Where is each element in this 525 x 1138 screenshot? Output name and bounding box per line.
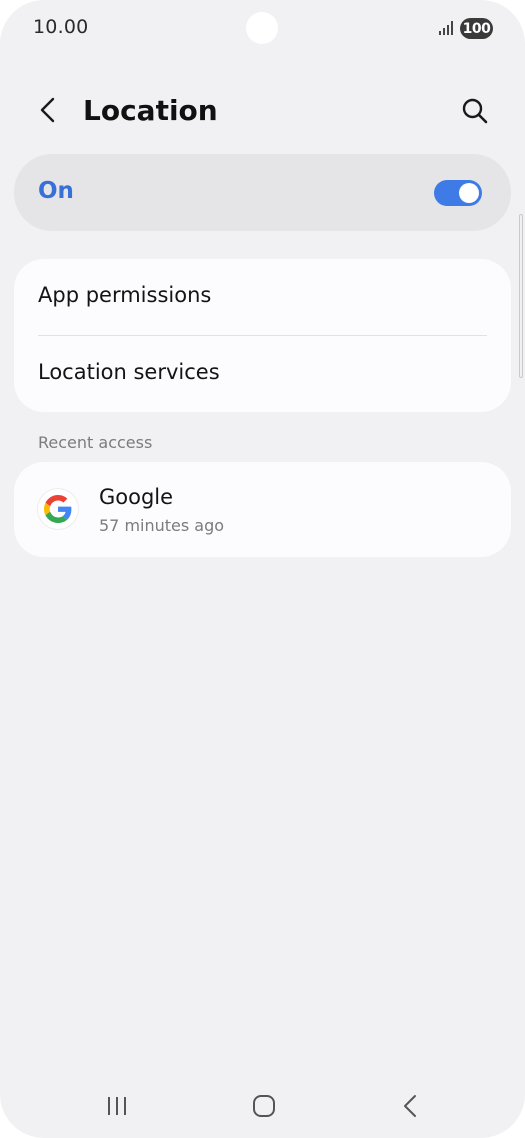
- recents-button[interactable]: [99, 1088, 135, 1124]
- master-switch-label: On: [38, 178, 74, 204]
- toggle-knob: [459, 183, 479, 203]
- status-time: 10.00: [33, 16, 89, 38]
- back-icon: [404, 1095, 416, 1117]
- signal-icon: [439, 21, 453, 35]
- app-access-time: 57 minutes ago: [99, 516, 225, 535]
- phone-screen: 10.00 100 Location On App permissions Lo…: [0, 0, 525, 1138]
- app-permissions-item[interactable]: App permissions: [14, 259, 511, 335]
- settings-card: App permissions Location services: [14, 259, 511, 412]
- recents-icon: [108, 1097, 126, 1115]
- app-name: Google: [99, 485, 174, 509]
- scrollbar[interactable]: [519, 214, 523, 378]
- location-toggle[interactable]: [434, 180, 482, 206]
- home-icon: [253, 1095, 275, 1117]
- location-services-item[interactable]: Location services: [14, 336, 511, 412]
- recent-access-header: Recent access: [38, 433, 153, 452]
- app-permissions-label: App permissions: [38, 283, 212, 307]
- google-logo: [44, 495, 72, 523]
- chevron-left-icon: [40, 97, 55, 123]
- location-master-switch[interactable]: On: [14, 154, 511, 231]
- home-button[interactable]: [246, 1088, 282, 1124]
- search-icon: [462, 98, 488, 124]
- battery-level: 100: [462, 20, 491, 37]
- location-services-label: Location services: [38, 360, 220, 384]
- search-button[interactable]: [456, 92, 494, 130]
- page-title: Location: [83, 94, 218, 127]
- nav-back-button[interactable]: [393, 1088, 429, 1124]
- back-button[interactable]: [30, 92, 66, 128]
- google-icon: [38, 489, 78, 529]
- camera-cutout: [246, 12, 278, 44]
- battery-indicator: 100: [460, 18, 493, 39]
- recent-app-item[interactable]: Google 57 minutes ago: [14, 462, 511, 557]
